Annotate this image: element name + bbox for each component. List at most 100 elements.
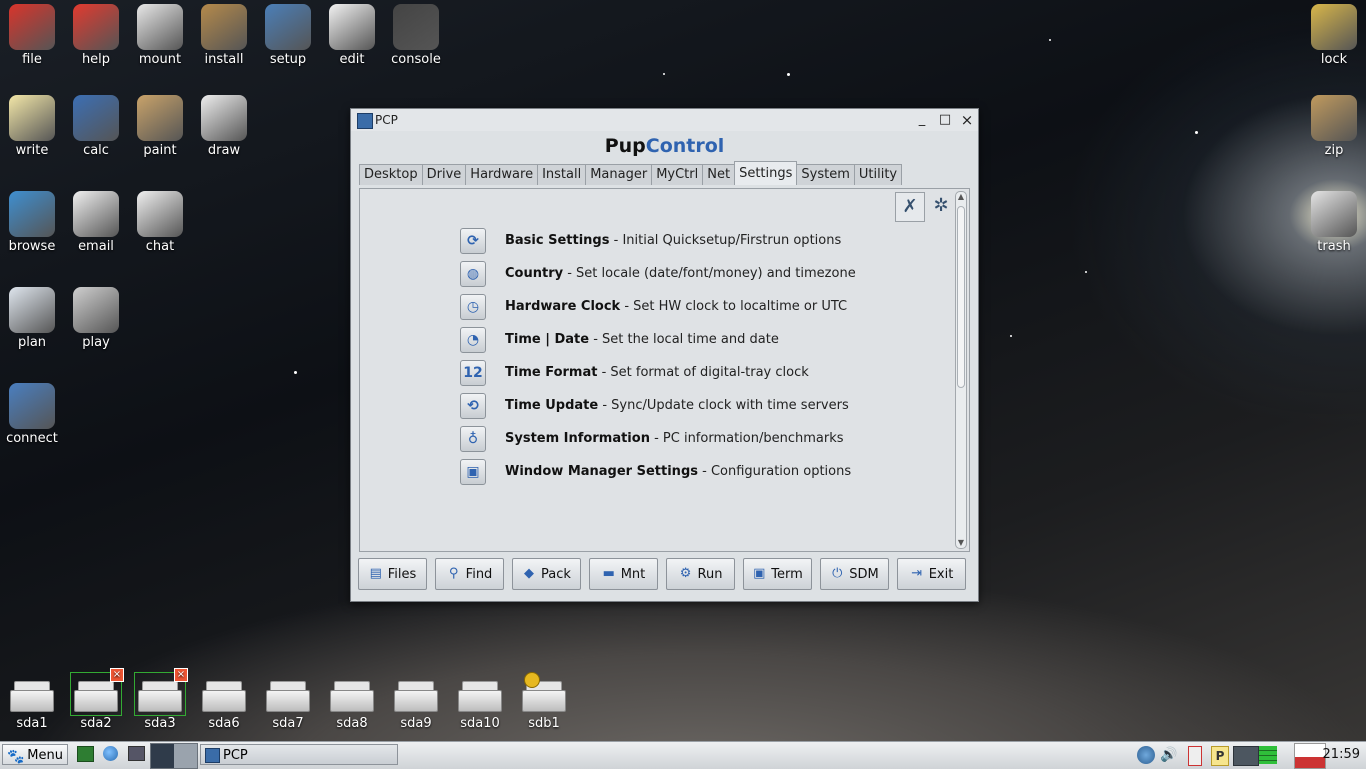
- desktop-icon[interactable]: [77, 746, 94, 762]
- desktop-icon-lock[interactable]: lock: [1302, 4, 1366, 68]
- settings-item-name[interactable]: Time | Date: [505, 332, 589, 347]
- hw-clock-icon[interactable]: ◷: [460, 293, 486, 320]
- settings-item-time-update[interactable]: ⟲ Time Update - Sync/Update clock with ti…: [460, 389, 856, 422]
- drive-sda9[interactable]: sda9: [386, 676, 446, 731]
- scroll-up-icon[interactable]: ▲: [956, 192, 966, 202]
- scrollbar-thumb[interactable]: [957, 206, 965, 388]
- settings-item-name[interactable]: Window Manager Settings: [505, 464, 698, 479]
- terminal-icon[interactable]: [128, 746, 145, 761]
- window-titlebar[interactable]: PCP _ □ ×: [351, 109, 978, 131]
- desktop-icon-zip[interactable]: zip: [1302, 95, 1366, 159]
- tab-install[interactable]: Install: [537, 164, 587, 185]
- drive-sda10[interactable]: sda10: [450, 676, 510, 731]
- desktop-icon-connect[interactable]: connect: [0, 383, 64, 447]
- drive-sda6[interactable]: sda6: [194, 676, 254, 731]
- tab-hardware[interactable]: Hardware: [465, 164, 539, 185]
- desktop-icon-paint[interactable]: paint: [128, 95, 192, 159]
- desktop-icon-edit[interactable]: edit: [320, 4, 384, 68]
- tab-utility[interactable]: Utility: [853, 164, 903, 185]
- battery-icon[interactable]: [1188, 746, 1202, 766]
- term-button[interactable]: ▣ Term: [743, 558, 812, 590]
- desktop-icon-mount[interactable]: mount: [128, 4, 192, 68]
- settings-item-system-information[interactable]: ♁ System Information - PC information/ben…: [460, 422, 856, 455]
- time-date-icon[interactable]: ◔: [460, 326, 486, 353]
- run-button[interactable]: ⚙ Run: [666, 558, 735, 590]
- mnt-button[interactable]: ▬ Mnt: [589, 558, 658, 590]
- unmount-icon[interactable]: ×: [110, 668, 124, 682]
- settings-item-name[interactable]: Basic Settings: [505, 233, 609, 248]
- cpu-graph-icon: [1294, 743, 1326, 769]
- drive-sda2[interactable]: × sda2: [66, 668, 126, 731]
- desktop-icon-setup[interactable]: setup: [256, 4, 320, 68]
- tools-button[interactable]: ✗: [895, 192, 925, 222]
- drive-sdb1[interactable]: sdb1: [514, 672, 574, 731]
- p-tray-icon[interactable]: P: [1211, 746, 1229, 766]
- desktop-icon-browse[interactable]: browse: [0, 191, 64, 255]
- tab-net[interactable]: Net: [702, 164, 736, 185]
- desktop-icon-draw[interactable]: draw: [192, 95, 256, 159]
- settings-item-time-format[interactable]: 12 Time Format - Set format of digital-tr…: [460, 356, 856, 389]
- tab-manager[interactable]: Manager: [585, 164, 653, 185]
- desktop-icon-write[interactable]: write: [0, 95, 64, 159]
- maximize-button[interactable]: □: [936, 109, 954, 131]
- taskbar-item-pcp[interactable]: PCP: [200, 744, 398, 765]
- settings-item-name[interactable]: Country: [505, 266, 563, 281]
- sync-clock-icon[interactable]: ⟲: [460, 392, 486, 419]
- unmount-icon[interactable]: ×: [174, 668, 188, 682]
- tab-system[interactable]: System: [796, 164, 855, 185]
- settings-item-name[interactable]: Time Update: [505, 398, 598, 413]
- desktop-icon-trash[interactable]: trash: [1302, 191, 1366, 255]
- close-button[interactable]: ×: [958, 109, 976, 131]
- drive-sda1[interactable]: sda1: [2, 676, 62, 731]
- settings-item-name[interactable]: System Information: [505, 431, 650, 446]
- lightbulb-icon[interactable]: ♁: [460, 425, 486, 452]
- settings-item-basic-settings[interactable]: ⟳ Basic Settings - Initial Quicksetup/Fir…: [460, 224, 856, 257]
- sdm-button[interactable]: ⏻ SDM: [820, 558, 889, 590]
- pack-button[interactable]: ◆ Pack: [512, 558, 581, 590]
- desktop-icon-calc[interactable]: calc: [64, 95, 128, 159]
- drive-sda3[interactable]: × sda3: [130, 668, 190, 731]
- exit-button[interactable]: ⇥ Exit: [897, 558, 966, 590]
- workspace-pager[interactable]: [150, 743, 198, 769]
- vertical-scrollbar[interactable]: ▲ ▼: [955, 191, 967, 549]
- desktop-icon-file[interactable]: file: [0, 4, 64, 68]
- network-icon[interactable]: [1137, 746, 1155, 764]
- desktop-icon-label: lock: [1320, 52, 1348, 67]
- menu-button[interactable]: 🐾 Menu: [2, 744, 68, 765]
- find-button[interactable]: ⚲ Find: [435, 558, 504, 590]
- desktop-icon-install[interactable]: install: [192, 4, 256, 68]
- power-icon: ⏻: [832, 566, 843, 581]
- help-button[interactable]: ✲: [927, 192, 955, 220]
- files-button[interactable]: ▤ Files: [358, 558, 427, 590]
- browser-icon[interactable]: [103, 746, 118, 761]
- volume-icon[interactable]: 🔊: [1160, 746, 1182, 764]
- desktop-icon-chat[interactable]: chat: [128, 191, 192, 255]
- desktop-icon-email[interactable]: email: [64, 191, 128, 255]
- window-settings-icon[interactable]: ▣: [460, 458, 486, 485]
- drive-sda7[interactable]: sda7: [258, 676, 318, 731]
- digital-12-icon[interactable]: 12: [460, 359, 486, 386]
- clock[interactable]: 21:59: [1323, 742, 1360, 768]
- drive-icon: [394, 676, 438, 712]
- tab-drive[interactable]: Drive: [421, 164, 467, 185]
- memory-monitor-icon[interactable]: [1259, 746, 1277, 764]
- desktop-icon-console[interactable]: console: [384, 4, 448, 68]
- settings-item-name[interactable]: Time Format: [505, 365, 597, 380]
- scroll-down-icon[interactable]: ▼: [956, 538, 966, 548]
- globe-icon[interactable]: ◍: [460, 260, 486, 287]
- settings-item-country[interactable]: ◍ Country - Set locale (date/font/money) …: [460, 257, 856, 290]
- settings-item-time-date[interactable]: ◔ Time | Date - Set the local time and da…: [460, 323, 856, 356]
- monitor-icon[interactable]: [1233, 746, 1259, 766]
- tab-myctrl[interactable]: MyCtrl: [651, 164, 704, 185]
- minimize-button[interactable]: _: [913, 109, 931, 131]
- drive-sda8[interactable]: sda8: [322, 676, 382, 731]
- settings-item-hardware-clock[interactable]: ◷ Hardware Clock - Set HW clock to localt…: [460, 290, 856, 323]
- desktop-icon-play[interactable]: play: [64, 287, 128, 351]
- settings-item-name[interactable]: Hardware Clock: [505, 299, 620, 314]
- desktop-icon-plan[interactable]: plan: [0, 287, 64, 351]
- refresh-icon[interactable]: ⟳: [460, 227, 486, 254]
- tab-desktop[interactable]: Desktop: [359, 164, 423, 185]
- desktop-icon-help[interactable]: help: [64, 4, 128, 68]
- settings-item-window-manager-settings[interactable]: ▣ Window Manager Settings - Configuration…: [460, 455, 856, 488]
- tab-settings[interactable]: Settings: [734, 161, 798, 185]
